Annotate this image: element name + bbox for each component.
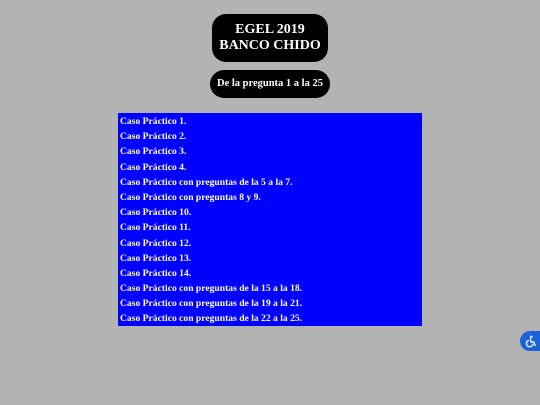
case-link-13[interactable]: Caso Práctico 13. [120,251,422,266]
case-link-12[interactable]: Caso Práctico 12. [120,236,422,251]
case-link-3[interactable]: Caso Práctico 3. [120,144,422,159]
case-list-panel: Caso Práctico 1. Caso Práctico 2. Caso P… [118,113,422,326]
case-link-11[interactable]: Caso Práctico 11. [120,220,422,235]
case-link-10[interactable]: Caso Práctico 10. [120,205,422,220]
question-range-button[interactable]: De la pregunta 1 a la 25 [210,70,330,98]
case-link-19-21[interactable]: Caso Práctico con preguntas de la 19 a l… [120,296,422,311]
case-link-2[interactable]: Caso Práctico 2. [120,129,422,144]
case-link-22-25[interactable]: Caso Práctico con preguntas de la 22 a l… [120,311,422,326]
case-link-5-7[interactable]: Caso Práctico con preguntas de la 5 a la… [120,175,422,190]
wheelchair-icon [525,335,536,347]
case-link-8-9[interactable]: Caso Práctico con preguntas 8 y 9. [120,190,422,205]
case-link-4[interactable]: Caso Práctico 4. [120,160,422,175]
accessibility-button[interactable] [520,331,540,351]
title-line-2: BANCO CHIDO [219,38,321,53]
title-line-1: EGEL 2019 [235,22,305,37]
page-title: EGEL 2019 BANCO CHIDO [212,14,328,62]
case-link-1[interactable]: Caso Práctico 1. [120,114,422,129]
case-link-14[interactable]: Caso Práctico 14. [120,266,422,281]
case-link-15-18[interactable]: Caso Práctico con preguntas de la 15 a l… [120,281,422,296]
case-list: Caso Práctico 1. Caso Práctico 2. Caso P… [120,114,422,327]
